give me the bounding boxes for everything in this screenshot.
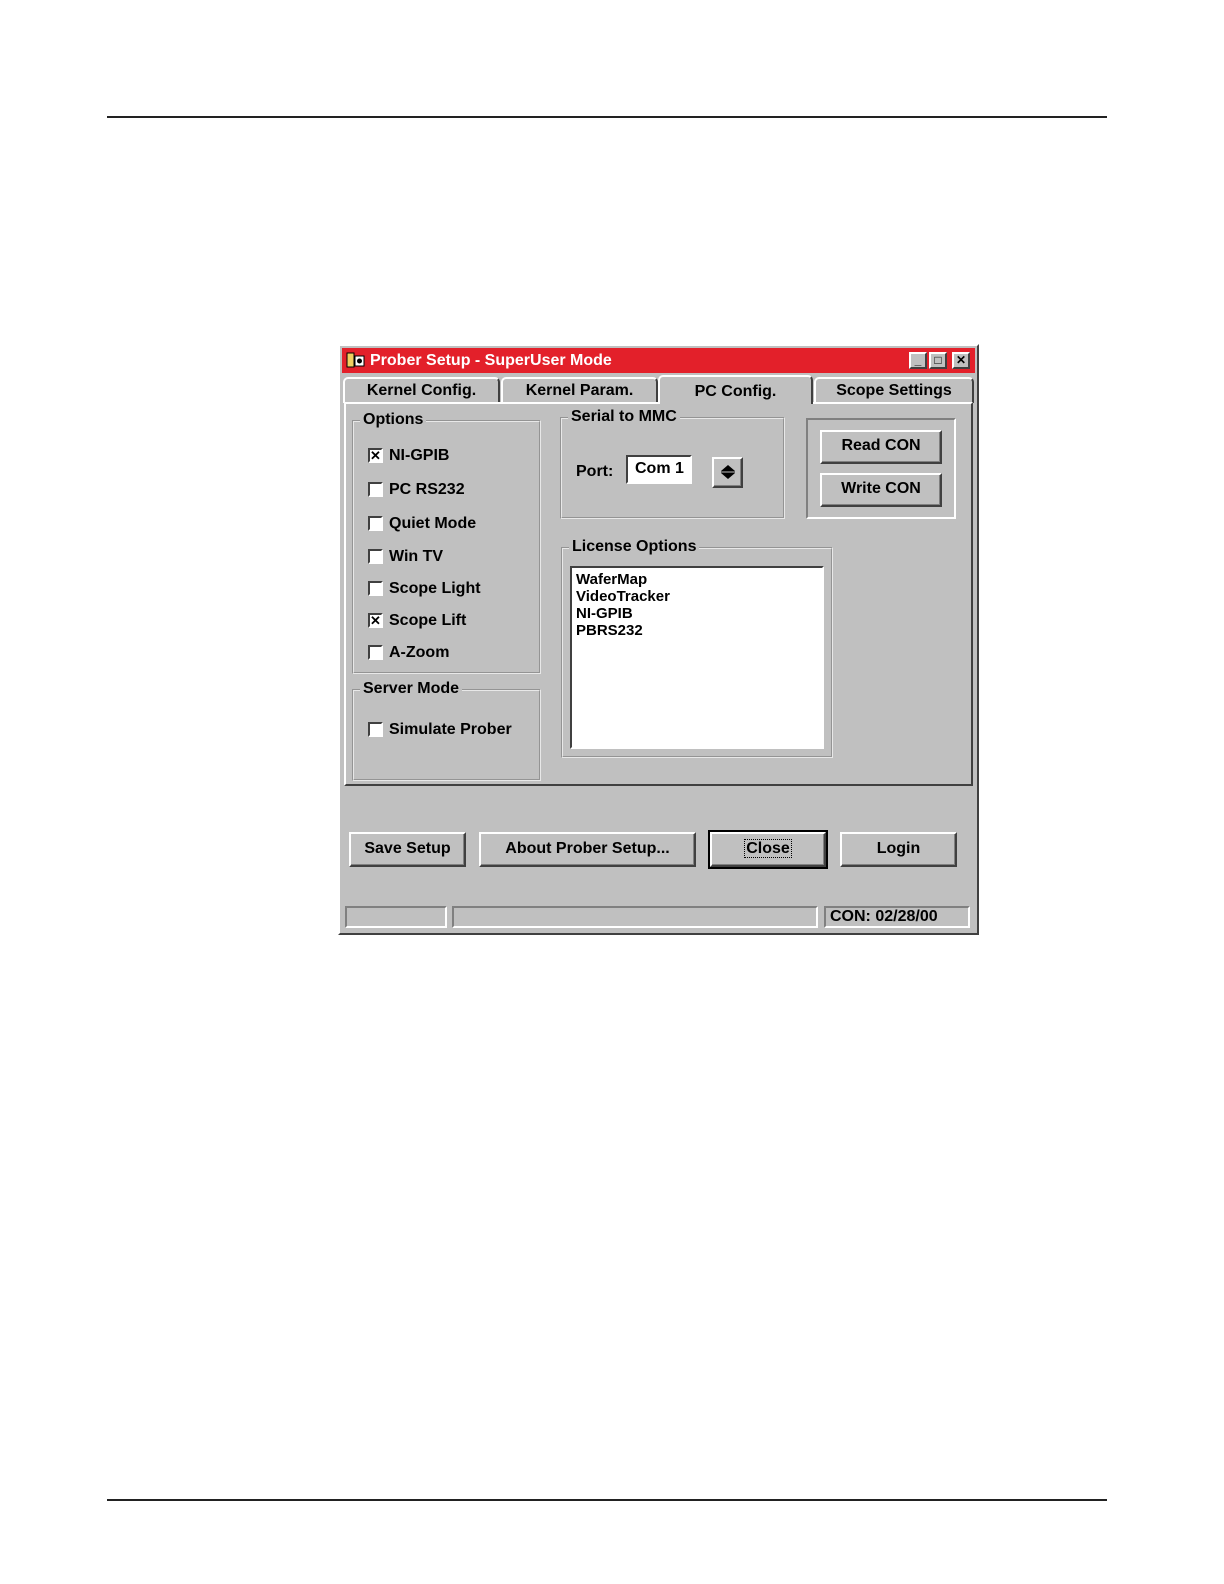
close-window-button[interactable]: ✕ xyxy=(952,352,970,369)
checkbox[interactable] xyxy=(368,516,383,531)
checkbox[interactable]: ✕ xyxy=(368,613,383,628)
option-label: Simulate Prober xyxy=(389,721,512,738)
maximize-icon: □ xyxy=(934,353,942,367)
option-label: Scope Light xyxy=(389,580,481,597)
checkbox[interactable]: ✕ xyxy=(368,448,383,463)
tab-label: Scope Settings xyxy=(836,382,952,399)
list-item[interactable]: PBRS232 xyxy=(572,622,822,639)
page-top-rule xyxy=(107,116,1107,118)
about-label: About Prober Setup... xyxy=(505,840,670,857)
tab-scope-settings[interactable]: Scope Settings xyxy=(814,377,974,403)
option-label: Quiet Mode xyxy=(389,515,477,532)
pc-config-panel: Options ✕ NI-GPIB PC RS232 Quiet Mode Wi… xyxy=(344,402,973,786)
save-setup-button[interactable]: Save Setup xyxy=(349,832,466,867)
app-icon xyxy=(346,351,366,370)
port-field[interactable]: Com 1 xyxy=(626,455,692,484)
port-value: Com 1 xyxy=(635,460,684,477)
license-options-group: License Options WaferMap VideoTracker NI… xyxy=(561,537,833,758)
up-down-arrow-icon xyxy=(720,465,735,479)
save-setup-label: Save Setup xyxy=(364,840,451,857)
list-item[interactable]: WaferMap xyxy=(572,571,822,588)
login-button[interactable]: Login xyxy=(840,832,957,867)
close-label: Close xyxy=(744,839,792,858)
read-con-button[interactable]: Read CON xyxy=(820,430,942,464)
about-button[interactable]: About Prober Setup... xyxy=(479,832,696,867)
window-title: Prober Setup - SuperUser Mode xyxy=(370,352,612,369)
con-date-text: CON: 02/28/00 xyxy=(830,908,938,925)
option-label: Win TV xyxy=(389,548,444,565)
tab-label: PC Config. xyxy=(694,383,777,400)
serial-group-label: Serial to MMC xyxy=(568,407,680,427)
checkbox[interactable] xyxy=(368,581,383,596)
title-bar[interactable]: Prober Setup - SuperUser Mode _ □ ✕ xyxy=(342,348,975,373)
options-group: Options ✕ NI-GPIB PC RS232 Quiet Mode Wi… xyxy=(352,410,541,674)
close-icon: ✕ xyxy=(955,353,967,367)
tab-label: Kernel Param. xyxy=(525,382,634,399)
list-item[interactable]: VideoTracker xyxy=(572,588,822,605)
serial-to-mmc-group: Serial to MMC Port: Com 1 xyxy=(560,407,785,519)
tab-kernel-config[interactable]: Kernel Config. xyxy=(343,377,500,403)
server-mode-group: Server Mode Simulate Prober xyxy=(352,679,541,781)
tab-pc-config[interactable]: PC Config. xyxy=(658,375,813,404)
page-bottom-rule xyxy=(107,1499,1107,1501)
license-group-label: License Options xyxy=(569,537,700,557)
port-label: Port: xyxy=(576,463,614,480)
option-label: PC RS232 xyxy=(389,481,465,498)
minimize-button[interactable]: _ xyxy=(909,352,927,369)
checkbox[interactable] xyxy=(368,722,383,737)
server-mode-group-label: Server Mode xyxy=(360,679,463,699)
status-cell-2 xyxy=(452,906,818,928)
login-label: Login xyxy=(876,840,921,857)
status-cell-1 xyxy=(345,906,447,928)
con-buttons-box: Read CON Write CON xyxy=(806,418,956,519)
close-button[interactable]: Close xyxy=(708,830,828,869)
tab-kernel-param[interactable]: Kernel Param. xyxy=(501,377,658,403)
checkbox[interactable] xyxy=(368,482,383,497)
read-con-label: Read CON xyxy=(841,437,921,454)
list-item[interactable]: NI-GPIB xyxy=(572,605,822,622)
write-con-label: Write CON xyxy=(841,480,921,497)
option-label: A-Zoom xyxy=(389,644,450,661)
status-con-date: CON: 02/28/00 xyxy=(824,906,970,928)
port-spinner[interactable] xyxy=(712,457,743,488)
option-label: NI-GPIB xyxy=(389,447,450,464)
maximize-button[interactable]: □ xyxy=(929,352,947,369)
prober-setup-window: Prober Setup - SuperUser Mode _ □ ✕ Kern… xyxy=(338,344,979,935)
write-con-button[interactable]: Write CON xyxy=(820,473,942,507)
license-listbox[interactable]: WaferMap VideoTracker NI-GPIB PBRS232 xyxy=(570,566,824,749)
options-group-label: Options xyxy=(360,410,427,430)
option-label: Scope Lift xyxy=(389,612,467,629)
checkbox[interactable] xyxy=(368,549,383,564)
checkbox[interactable] xyxy=(368,645,383,660)
minimize-icon: _ xyxy=(914,353,922,367)
tab-label: Kernel Config. xyxy=(366,382,477,399)
